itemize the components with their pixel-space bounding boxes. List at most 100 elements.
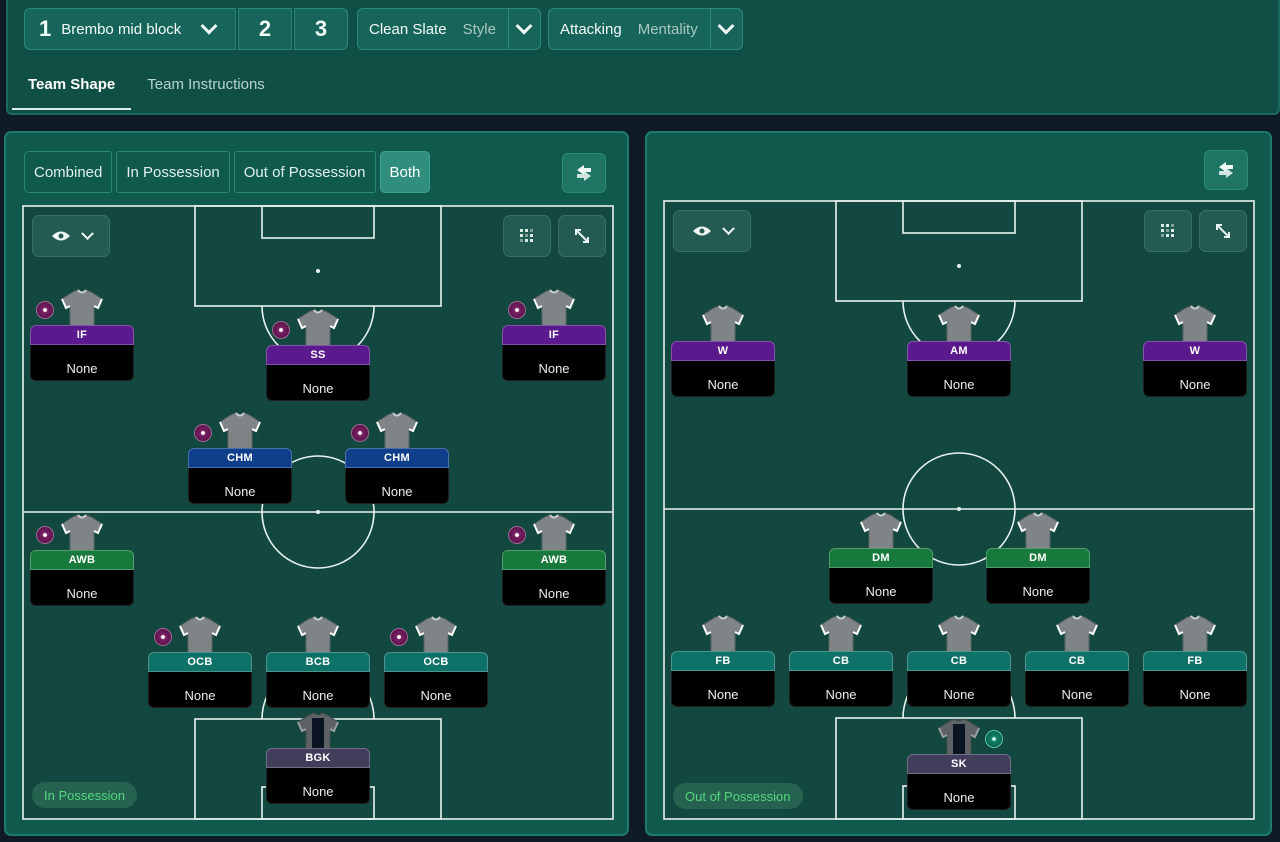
shirt-icon — [297, 712, 339, 752]
player-card[interactable]: AWB None — [502, 514, 606, 610]
player-duty: None — [266, 768, 370, 804]
player-role: CHM — [188, 448, 292, 468]
role-instruction-icon — [985, 730, 1003, 748]
player-role: CB — [789, 651, 893, 671]
player-card[interactable]: FB None — [671, 615, 775, 711]
player-role: FB — [671, 651, 775, 671]
player-role: CHM — [345, 448, 449, 468]
role-instruction-icon — [390, 628, 408, 646]
player-card[interactable]: W None — [671, 305, 775, 401]
view-combined-button[interactable]: Combined — [24, 151, 113, 193]
player-role: CB — [1025, 651, 1129, 671]
player-card[interactable]: IF None — [502, 289, 606, 385]
player-card[interactable]: BGK None — [266, 712, 370, 808]
tactics-header: 1 Brembo mid block 2 3 Clean Slate Style… — [6, 0, 1280, 115]
eye-icon — [692, 226, 711, 236]
player-duty: None — [1143, 361, 1247, 397]
mentality-value: Attacking — [560, 20, 622, 38]
visibility-dropdown[interactable] — [32, 215, 110, 257]
pitch-in-possession: IF None SS None IF None CHM None CHM Non… — [22, 205, 614, 820]
tactic-2-number: 2 — [258, 16, 272, 41]
shirt-icon — [376, 412, 418, 452]
expand-icon — [575, 229, 589, 243]
player-card[interactable]: SS None — [266, 309, 370, 405]
player-card[interactable]: IF None — [30, 289, 134, 385]
player-card[interactable]: CB None — [907, 615, 1011, 711]
tactic-2-button[interactable]: 2 — [238, 8, 292, 50]
shirt-icon — [702, 305, 744, 345]
player-card[interactable]: CB None — [1025, 615, 1129, 711]
shirt-icon — [938, 718, 980, 758]
player-role: W — [1143, 341, 1247, 361]
player-duty: None — [30, 345, 134, 381]
shirt-icon — [860, 512, 902, 552]
grid-icon — [1161, 224, 1174, 237]
player-card[interactable]: CB None — [789, 615, 893, 711]
shirt-icon — [702, 615, 744, 655]
shirt-icon — [1056, 615, 1098, 655]
view-out-of-possession-button[interactable]: Out of Possession — [233, 151, 376, 193]
expand-pitch-button[interactable] — [558, 215, 606, 257]
player-card[interactable]: DM None — [829, 512, 933, 608]
phase-label: In Possession — [32, 782, 137, 808]
tactic-3-button[interactable]: 3 — [294, 8, 348, 50]
player-card[interactable]: FB None — [1143, 615, 1247, 711]
out-of-possession-panel: W None AM None W None DM None DM None FB… — [645, 131, 1272, 836]
swap-phases-button[interactable] — [1204, 150, 1248, 190]
tactic-1-dropdown[interactable]: 1 Brembo mid block — [24, 8, 236, 50]
grid-toggle-button[interactable] — [1144, 210, 1192, 252]
player-duty: None — [789, 671, 893, 707]
player-card[interactable]: AWB None — [30, 514, 134, 610]
swap-phases-button[interactable] — [562, 153, 606, 193]
player-duty: None — [345, 468, 449, 504]
player-role: SS — [266, 345, 370, 365]
role-instruction-icon — [351, 424, 369, 442]
tactic-1-name: Brembo mid block — [61, 20, 182, 38]
player-role: W — [671, 341, 775, 361]
player-role: OCB — [148, 652, 252, 672]
tab-team-instructions[interactable]: Team Instructions — [131, 58, 281, 110]
player-card[interactable]: SK None — [907, 718, 1011, 814]
chevron-down-icon — [507, 9, 540, 49]
player-duty: None — [384, 672, 488, 708]
player-card[interactable]: OCB None — [148, 616, 252, 712]
chevron-down-icon — [709, 9, 742, 49]
mentality-label: Mentality — [637, 20, 698, 38]
visibility-dropdown[interactable] — [673, 210, 751, 252]
view-mode-toggle: Combined In Possession Out of Possession… — [24, 151, 434, 193]
tab-team-shape[interactable]: Team Shape — [8, 58, 132, 110]
eye-icon — [51, 231, 70, 241]
shirt-icon — [297, 309, 339, 349]
player-card[interactable]: BCB None — [266, 616, 370, 712]
player-duty: None — [1025, 671, 1129, 707]
player-card[interactable]: DM None — [986, 512, 1090, 608]
player-role: IF — [30, 325, 134, 345]
role-instruction-icon — [36, 301, 54, 319]
role-instruction-icon — [154, 628, 172, 646]
shirt-icon — [820, 615, 862, 655]
shirt-icon — [219, 412, 261, 452]
mentality-dropdown[interactable]: Attacking Mentality — [548, 8, 743, 50]
player-role: SK — [907, 754, 1011, 774]
player-card[interactable]: CHM None — [345, 412, 449, 508]
shirt-icon — [938, 305, 980, 345]
shirt-icon — [61, 289, 103, 329]
player-duty: None — [148, 672, 252, 708]
player-card[interactable]: W None — [1143, 305, 1247, 401]
grid-toggle-button[interactable] — [503, 215, 551, 257]
expand-pitch-button[interactable] — [1199, 210, 1247, 252]
player-duty: None — [671, 671, 775, 707]
view-both-button[interactable]: Both — [379, 151, 431, 193]
player-role: FB — [1143, 651, 1247, 671]
role-instruction-icon — [508, 301, 526, 319]
shirt-icon — [61, 514, 103, 554]
player-duty: None — [502, 570, 606, 606]
view-in-possession-button[interactable]: In Possession — [116, 151, 230, 193]
player-card[interactable]: OCB None — [384, 616, 488, 712]
style-dropdown[interactable]: Clean Slate Style — [357, 8, 541, 50]
swap-icon — [577, 165, 591, 181]
player-duty: None — [30, 570, 134, 606]
player-card[interactable]: AM None — [907, 305, 1011, 401]
player-card[interactable]: CHM None — [188, 412, 292, 508]
shirt-icon — [179, 616, 221, 656]
